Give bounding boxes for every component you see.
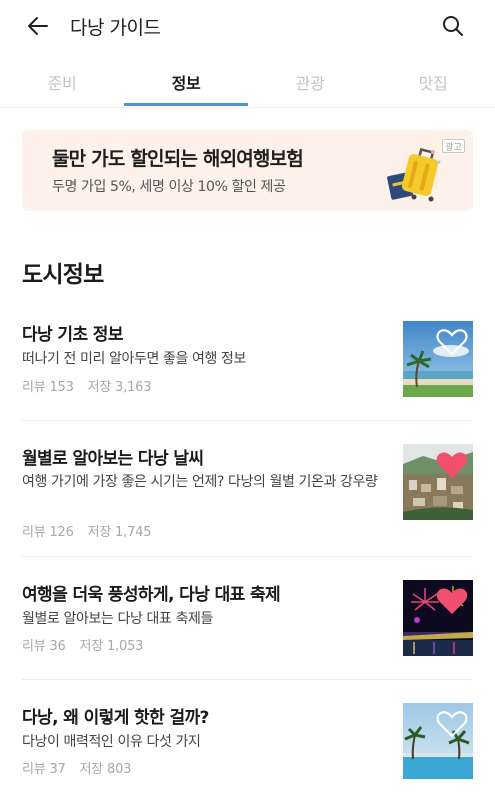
ad-banner[interactable]: 둘만 가도 할인되는 해외여행보험 두명 가입 5%, 세명 이상 10% 할인… xyxy=(22,130,473,211)
item-thumbnail xyxy=(403,703,473,779)
suitcase-icon xyxy=(387,148,441,202)
item-description: 여행 가기에 가장 좋은 시기는 언제? 다낭의 월별 기온과 강우량 xyxy=(22,474,378,490)
tab-restaurants[interactable]: 맛집 xyxy=(371,56,495,108)
divider xyxy=(22,556,473,557)
item-description: 월별로 알아보는 다낭 대표 축제들 xyxy=(22,611,213,627)
active-tab-indicator xyxy=(124,103,248,106)
item-title: 여행을 더욱 풍성하게, 다낭 대표 축제 xyxy=(22,585,281,605)
app-header: 다낭 가이드 xyxy=(0,0,495,52)
item-title: 다낭 기초 정보 xyxy=(22,325,123,345)
item-description: 다낭이 매력적인 이유 다섯 가지 xyxy=(22,734,201,750)
review-count: 리뷰 126 xyxy=(22,525,74,540)
item-stats: 리뷰 153 저장 3,163 xyxy=(22,376,161,395)
heart-filled-icon[interactable] xyxy=(436,587,468,615)
page-title: 다낭 가이드 xyxy=(70,17,161,39)
search-button[interactable] xyxy=(436,10,470,42)
list-item[interactable]: 여행을 더욱 풍성하게, 다낭 대표 축제 월별로 알아보는 다낭 대표 축제들… xyxy=(0,580,495,660)
save-count: 저장 803 xyxy=(79,762,132,777)
divider xyxy=(22,679,473,680)
save-count: 저장 1,053 xyxy=(79,639,144,654)
review-count: 리뷰 153 xyxy=(22,380,74,395)
arrow-left-icon xyxy=(28,17,48,35)
item-stats: 리뷰 36 저장 1,053 xyxy=(22,635,153,654)
review-count: 리뷰 36 xyxy=(22,639,66,654)
list-item[interactable]: 다낭, 왜 이렇게 핫한 걸까? 다낭이 매력적인 이유 다섯 가지 리뷰 37… xyxy=(0,703,495,783)
search-icon xyxy=(443,16,463,36)
tab-prepare[interactable]: 준비 xyxy=(0,56,124,108)
tab-info[interactable]: 정보 xyxy=(124,56,248,108)
heart-filled-icon[interactable] xyxy=(436,451,468,479)
item-description: 떠나기 전 미리 알아두면 좋을 여행 정보 xyxy=(22,351,246,367)
ad-subtitle: 두명 가입 5%, 세명 이상 10% 할인 제공 xyxy=(52,179,286,195)
item-thumbnail xyxy=(403,321,473,397)
tab-bar: 준비 정보 관광 맛집 xyxy=(0,56,495,108)
item-title: 다낭, 왜 이렇게 핫한 걸까? xyxy=(22,708,209,728)
item-thumbnail xyxy=(403,580,473,656)
list-item[interactable]: 다낭 기초 정보 떠나기 전 미리 알아두면 좋을 여행 정보 리뷰 153 저… xyxy=(0,320,495,400)
ad-title: 둘만 가도 할인되는 해외여행보험 xyxy=(52,148,304,170)
heart-icon[interactable] xyxy=(436,710,468,738)
tab-sightseeing[interactable]: 관광 xyxy=(248,56,372,108)
section-title: 도시정보 xyxy=(22,262,104,288)
item-stats: 리뷰 37 저장 803 xyxy=(22,758,141,777)
back-button[interactable] xyxy=(22,10,54,42)
item-title: 월별로 알아보는 다낭 날씨 xyxy=(22,449,204,469)
save-count: 저장 1,745 xyxy=(87,525,152,540)
item-stats: 리뷰 126 저장 1,745 xyxy=(22,521,161,540)
review-count: 리뷰 37 xyxy=(22,762,66,777)
save-count: 저장 3,163 xyxy=(87,380,152,395)
list-item[interactable]: 월별로 알아보는 다낭 날씨 여행 가기에 가장 좋은 시기는 언제? 다낭의 … xyxy=(0,444,495,544)
item-thumbnail xyxy=(403,444,473,520)
heart-icon[interactable] xyxy=(436,328,468,356)
divider xyxy=(22,420,473,421)
